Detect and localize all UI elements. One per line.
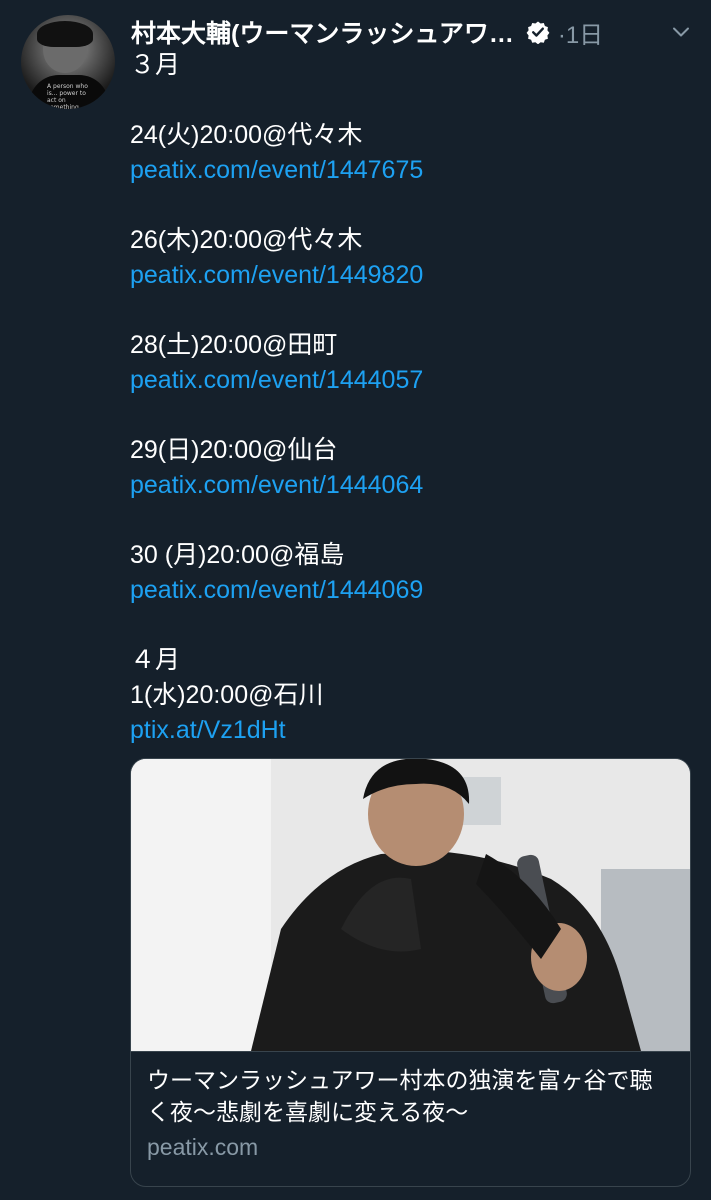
author-name[interactable]: 村本大輔(ウーマンラッシュアワ… <box>131 14 514 50</box>
tweet-text-line: 30 (月)20:00@福島 <box>130 541 345 569</box>
event-link[interactable]: peatix.com/event/1444069 <box>130 573 690 608</box>
avatar-shirt-text: A person who is... power to act on somet… <box>47 83 88 109</box>
card-domain: peatix.com <box>147 1134 259 1160</box>
card-title: ウーマンラッシュアワー村本の独演を富ヶ谷で聴く夜〜悲劇を喜劇に変える夜〜 <box>147 1067 653 1125</box>
tweet-text-line: 26(木)20:00@代々木 <box>130 226 363 254</box>
card-image: 659 <box>131 759 690 1052</box>
tweet-text-line: 29(日)20:00@仙台 <box>130 436 338 464</box>
link-preview-card[interactable]: 659 ウーマンラッシュアワー村本の独演を富ヶ谷で聴く夜〜悲劇を喜劇に変える夜〜… <box>130 758 691 1187</box>
event-link[interactable]: peatix.com/event/1449820 <box>130 258 690 293</box>
tweet-text: ３月 24(火)20:00@代々木 peatix.com/event/1447675… <box>130 48 690 748</box>
card-body: ウーマンラッシュアワー村本の独演を富ヶ谷で聴く夜〜悲劇を喜劇に変える夜〜 pea… <box>131 1052 690 1164</box>
verified-badge-icon <box>526 21 550 44</box>
event-link[interactable]: peatix.com/event/1444057 <box>130 363 690 398</box>
tweet-header: 村本大輔(ウーマンラッシュアワ… ·1日 <box>131 12 691 52</box>
event-link[interactable]: ptix.at/Vz1dHt <box>130 713 690 748</box>
avatar-hair <box>37 21 93 47</box>
avatar[interactable]: A person who is... power to act on somet… <box>21 15 115 109</box>
event-link[interactable]: peatix.com/event/1444064 <box>130 468 690 503</box>
event-link[interactable]: peatix.com/event/1447675 <box>130 153 690 188</box>
tweet-text-line: 28(土)20:00@田町 <box>130 331 338 359</box>
tweet-timestamp[interactable]: ·1日 <box>558 15 603 50</box>
tweet-text-line: ３月 <box>130 51 181 79</box>
chevron-down-icon[interactable] <box>671 22 691 42</box>
card-photo: 659 <box>131 759 690 1051</box>
tweet-text-line: 24(火)20:00@代々木 <box>130 121 363 149</box>
tweet-text-line: 1(水)20:00@石川 <box>130 681 324 709</box>
tweet-text-line: ４月 <box>130 646 181 674</box>
